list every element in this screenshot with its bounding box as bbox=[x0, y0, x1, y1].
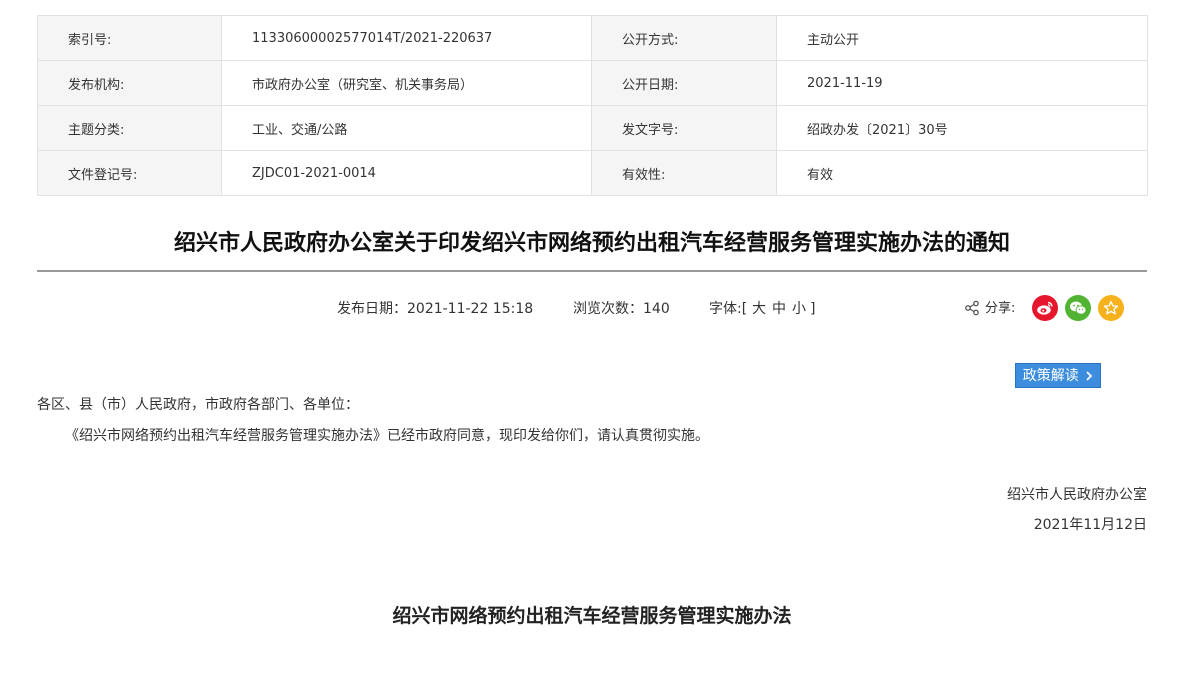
wechat-icon bbox=[1070, 301, 1087, 315]
metadata-label: 主题分类: bbox=[37, 105, 222, 151]
metadata-label: 公开日期: bbox=[591, 60, 777, 106]
metadata-row: 索引号: 11330600002577014T/2021-220637 公开方式… bbox=[37, 15, 1148, 61]
metadata-value: 绍政办发〔2021〕30号 bbox=[776, 105, 1148, 151]
metadata-label: 发文字号: bbox=[591, 105, 777, 151]
star-icon bbox=[1103, 300, 1119, 315]
issuer-signature: 绍兴市人民政府办公室 bbox=[1007, 487, 1147, 503]
metadata-label: 索引号: bbox=[37, 15, 222, 61]
metadata-value: 市政府办公室（研究室、机关事务局） bbox=[221, 60, 592, 106]
share-wechat-button[interactable] bbox=[1065, 295, 1091, 321]
metadata-label: 公开方式: bbox=[591, 15, 777, 61]
weibo-icon bbox=[1037, 301, 1053, 315]
share-icon bbox=[965, 300, 979, 316]
font-size-bracket: ] bbox=[810, 301, 816, 317]
publish-date: 发布日期：2021-11-22 15:18 bbox=[337, 301, 534, 317]
metadata-table: 索引号: 11330600002577014T/2021-220637 公开方式… bbox=[37, 15, 1148, 196]
metadata-value: ZJDC01-2021-0014 bbox=[221, 150, 592, 196]
metadata-label: 有效性: bbox=[591, 150, 777, 196]
attachment-title: 绍兴市网络预约出租汽车经营服务管理实施办法 bbox=[392, 605, 792, 627]
policy-interpretation-label: 政策解读 bbox=[1022, 368, 1079, 384]
body-paragraph: 《绍兴市网络预约出租汽车经营服务管理实施办法》已经市政府同意，现印发给你们，请认… bbox=[65, 428, 709, 444]
metadata-row: 文件登记号: ZJDC01-2021-0014 有效性: 有效 bbox=[37, 150, 1148, 196]
font-size-small-link[interactable]: 小 bbox=[792, 298, 806, 320]
metadata-row: 主题分类: 工业、交通/公路 发文字号: 绍政办发〔2021〕30号 bbox=[37, 105, 1148, 151]
issue-date: 2021年11月12日 bbox=[1033, 517, 1147, 533]
metadata-value: 11330600002577014T/2021-220637 bbox=[221, 15, 592, 61]
font-size-label: 字体:[ bbox=[709, 301, 748, 317]
metadata-label: 文件登记号: bbox=[37, 150, 222, 196]
add-favorite-button[interactable] bbox=[1098, 295, 1124, 321]
policy-interpretation-button[interactable]: 政策解读 bbox=[1015, 363, 1101, 388]
metadata-row: 发布机构: 市政府办公室（研究室、机关事务局） 公开日期: 2021-11-19 bbox=[37, 60, 1148, 106]
metadata-value: 工业、交通/公路 bbox=[221, 105, 592, 151]
share-label: 分享: bbox=[985, 301, 1016, 316]
title-divider bbox=[37, 270, 1147, 272]
metadata-label: 发布机构: bbox=[37, 60, 222, 106]
share-weibo-button[interactable] bbox=[1032, 295, 1058, 321]
metadata-value: 主动公开 bbox=[776, 15, 1148, 61]
chevron-right-icon bbox=[1086, 371, 1093, 381]
view-count: 浏览次数：140 bbox=[573, 301, 670, 317]
salutation: 各区、县（市）人民政府，市政府各部门、各单位： bbox=[37, 397, 359, 413]
metadata-value: 2021-11-19 bbox=[776, 60, 1148, 106]
font-size-large-link[interactable]: 大 bbox=[752, 298, 766, 320]
font-size-medium-link[interactable]: 中 bbox=[772, 298, 786, 320]
article-title: 绍兴市人民政府办公室关于印发绍兴市网络预约出租汽车经营服务管理实施办法的通知 bbox=[173, 231, 1010, 256]
metadata-value: 有效 bbox=[776, 150, 1148, 196]
